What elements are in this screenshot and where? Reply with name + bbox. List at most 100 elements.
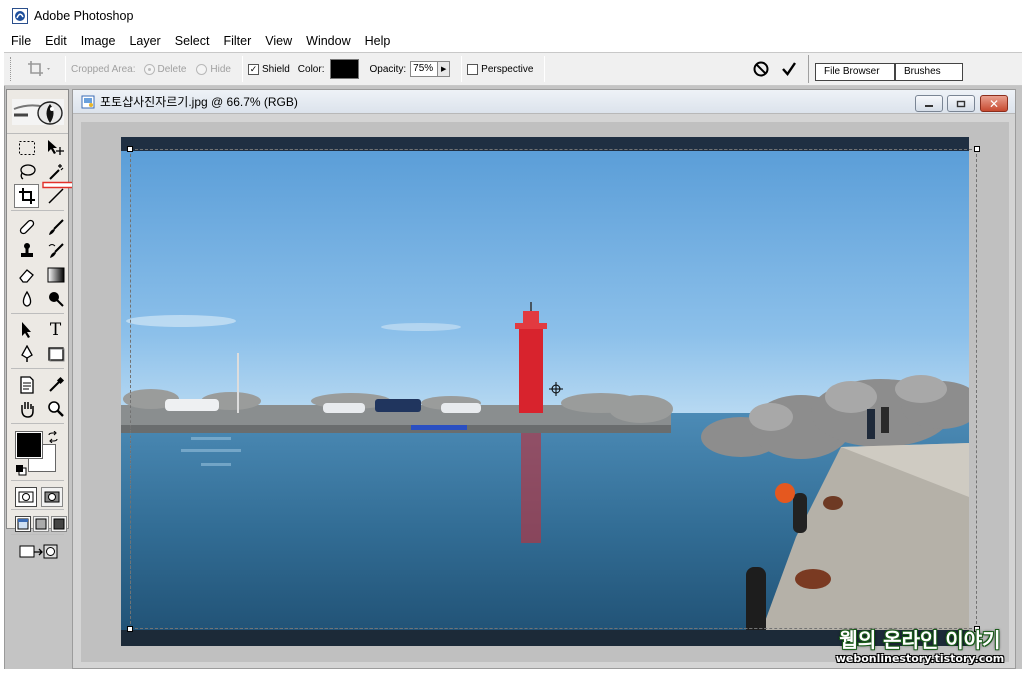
opacity-label: Opacity: [369, 63, 407, 75]
menu-bar: File Edit Image Layer Select Filter View… [0, 31, 1026, 52]
crop-handle-bottom-left[interactable] [127, 626, 133, 632]
minimize-button[interactable] [915, 95, 943, 112]
default-colors-icon[interactable] [15, 464, 27, 476]
tool-divider [11, 368, 64, 369]
tool-divider [11, 210, 64, 211]
commit-crop-icon[interactable] [780, 60, 798, 78]
maximize-button[interactable] [947, 95, 975, 112]
menu-window[interactable]: Window [299, 31, 357, 52]
options-separator [65, 56, 66, 82]
restore-icon [956, 100, 966, 107]
eyedropper-tool-icon[interactable] [43, 373, 68, 397]
marquee-tool-icon[interactable] [14, 136, 39, 160]
type-tool-icon[interactable]: T [43, 318, 68, 342]
perspective-checkbox[interactable] [467, 63, 479, 75]
menu-view[interactable]: View [258, 31, 299, 52]
menu-select[interactable]: Select [168, 31, 217, 52]
eraser-tool-icon[interactable] [14, 263, 39, 287]
delete-label: Delete [157, 63, 187, 75]
jump-to-imageready-icon[interactable] [15, 541, 63, 563]
perspective-label: Perspective [481, 63, 534, 75]
canvas-area[interactable] [81, 122, 1009, 662]
healing-brush-tool-icon[interactable] [14, 215, 39, 239]
options-separator [544, 56, 546, 82]
app-title: Adobe Photoshop [34, 8, 134, 23]
path-selection-tool-icon[interactable] [14, 318, 39, 342]
standard-screen-mode-icon[interactable] [15, 516, 31, 532]
crop-handle-top-right[interactable] [974, 146, 980, 152]
close-icon: ✕ [988, 96, 1000, 111]
cancel-crop-icon[interactable] [752, 60, 770, 78]
foreground-color-swatch[interactable] [15, 431, 43, 459]
photoshop-app-icon [12, 7, 28, 24]
menu-help[interactable]: Help [358, 31, 398, 52]
crop-center-point-icon[interactable] [549, 382, 563, 396]
swap-colors-icon[interactable] [47, 431, 59, 443]
clone-stamp-tool-icon[interactable] [14, 239, 39, 263]
opacity-group: Opacity: 75% ▶ [369, 61, 451, 77]
tab-brushes[interactable]: Brushes [895, 63, 963, 81]
hide-radio[interactable] [196, 63, 208, 75]
tool-preset-picker[interactable] [20, 56, 60, 82]
document-titlebar[interactable]: 포토샵사진자르기.jpg @ 66.7% (RGB) [73, 90, 1015, 114]
zoom-tool-icon[interactable] [43, 397, 68, 421]
hide-label: Hide [210, 63, 231, 75]
document-title: 포토샵사진자르기.jpg @ 66.7% (RGB) [100, 95, 298, 109]
tool-grid-vector: T [7, 316, 68, 366]
opacity-slider-arrow-icon[interactable]: ▶ [438, 61, 451, 77]
color-swatches [7, 428, 68, 478]
quick-mask-mode-icon[interactable] [41, 487, 63, 507]
menu-filter[interactable]: Filter [216, 31, 258, 52]
full-screen-menu-mode-icon[interactable] [33, 516, 49, 532]
adobe-online-eye-icon [11, 98, 64, 125]
options-separator [461, 56, 463, 82]
menu-edit[interactable]: Edit [38, 31, 74, 52]
dodge-tool-icon[interactable] [43, 287, 68, 311]
perspective-group: Perspective [467, 63, 534, 75]
crop-handle-top-left[interactable] [127, 146, 133, 152]
delete-radio[interactable] [143, 63, 155, 75]
tool-options-bar: Cropped Area: Delete Hide ✓ Shield Color… [4, 52, 1022, 86]
screen-mode-row [7, 512, 68, 532]
tab-file-browser[interactable]: File Browser [815, 63, 895, 81]
notes-tool-icon[interactable] [14, 373, 39, 397]
tool-divider [11, 423, 64, 424]
crop-tool-icon[interactable] [14, 184, 39, 208]
gradient-tool-icon[interactable] [43, 263, 68, 287]
cropped-area-label: Cropped Area: [71, 63, 136, 75]
crop-preset-icon [28, 61, 50, 76]
shield-color-label: Color: [297, 63, 325, 75]
tool-divider [11, 313, 64, 314]
lasso-tool-icon[interactable] [14, 160, 39, 184]
menu-file[interactable]: File [4, 31, 38, 52]
crop-marquee[interactable] [127, 146, 980, 632]
menu-layer[interactable]: Layer [122, 31, 167, 52]
document-file-icon [81, 95, 95, 108]
window-titlebar: Adobe Photoshop [0, 0, 1026, 31]
close-button[interactable]: ✕ [980, 95, 1008, 112]
toolbox-header[interactable] [7, 90, 68, 134]
tool-grid-paint [7, 213, 68, 311]
options-bar-grip[interactable] [10, 57, 14, 81]
move-tool-icon[interactable] [43, 136, 68, 160]
history-brush-tool-icon[interactable] [43, 239, 68, 263]
minimize-icon [925, 104, 933, 107]
opacity-input[interactable]: 75% [410, 61, 439, 77]
cropped-area-group: Cropped Area: Delete Hide [71, 63, 231, 75]
rectangle-tool-icon[interactable] [43, 342, 68, 366]
blog-watermark: 웹의 온라인 이야기 webonlinestory.tistory.com [834, 628, 1006, 665]
full-screen-mode-icon[interactable] [51, 516, 67, 532]
menu-image[interactable]: Image [74, 31, 123, 52]
blur-tool-icon[interactable] [14, 287, 39, 311]
tool-divider [11, 509, 64, 510]
shield-checkbox[interactable]: ✓ [247, 63, 259, 75]
tool-grid-misc [7, 371, 68, 421]
shield-color-swatch[interactable] [330, 59, 360, 79]
document-window: 포토샵사진자르기.jpg @ 66.7% (RGB) ✕ [72, 89, 1016, 669]
pen-tool-icon[interactable] [14, 342, 39, 366]
toolbox-palette: T [6, 89, 69, 559]
standard-mode-icon[interactable] [15, 487, 37, 507]
hand-tool-icon[interactable] [14, 397, 39, 421]
brush-tool-icon[interactable] [43, 215, 68, 239]
tool-grid [7, 134, 68, 208]
